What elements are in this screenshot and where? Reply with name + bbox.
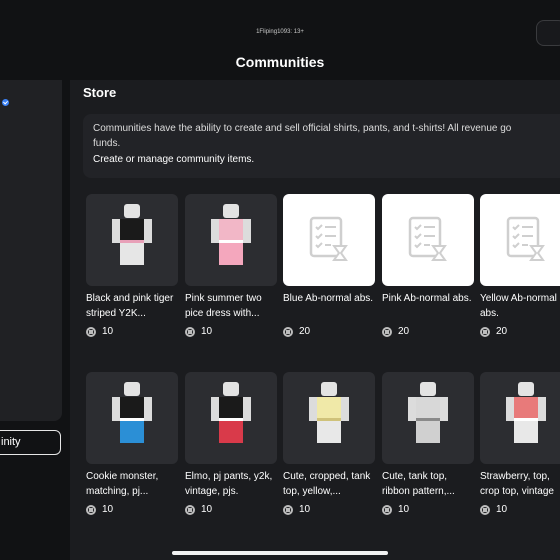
- placeholder-thumbnail[interactable]: [283, 194, 375, 286]
- robux-icon: [185, 504, 195, 515]
- avatar-figure: [506, 382, 546, 454]
- store-item-card[interactable]: Yellow Ab-normal abs. 20: [480, 194, 560, 337]
- avatar-figure: [211, 204, 251, 276]
- item-price: 10: [283, 504, 375, 515]
- price-value: 10: [102, 504, 114, 515]
- item-price: 10: [185, 326, 277, 337]
- info-text-line2: funds.: [93, 138, 121, 149]
- home-indicator: [172, 551, 388, 555]
- price-value: 20: [398, 326, 410, 337]
- item-price: 10: [86, 326, 178, 337]
- sidebar: up er m: [0, 80, 62, 421]
- store-item-card[interactable]: Black and pink tiger striped Y2K... 10: [86, 194, 178, 337]
- item-thumbnail[interactable]: [382, 372, 474, 464]
- item-price: 10: [86, 504, 178, 515]
- info-panel: Communities have the ability to create a…: [83, 114, 560, 178]
- item-price: 20: [480, 326, 560, 337]
- sidebar-item-group[interactable]: up: [0, 98, 9, 107]
- store-item-card[interactable]: Pink Ab-normal abs. 20: [382, 194, 474, 337]
- item-name[interactable]: Elmo, pj pants, y2k, vintage, pjs.: [185, 469, 277, 499]
- item-name[interactable]: Cute, tank top, ribbon pattern,...: [382, 469, 474, 499]
- robux-icon: [382, 504, 392, 515]
- item-name[interactable]: Black and pink tiger striped Y2K...: [86, 291, 178, 321]
- price-value: 20: [496, 326, 508, 337]
- price-value: 20: [299, 326, 311, 337]
- item-name[interactable]: Pink Ab-normal abs.: [382, 291, 474, 321]
- status-username: 1Fliping1093: 13+: [256, 29, 304, 35]
- robux-icon: [86, 326, 96, 337]
- item-price: 10: [185, 504, 277, 515]
- store-item-card[interactable]: Blue Ab-normal abs. 20: [283, 194, 375, 337]
- create-manage-link[interactable]: Create or manage community items.: [93, 152, 560, 167]
- item-price: 10: [382, 504, 474, 515]
- item-name[interactable]: Pink summer two pice dress with...: [185, 291, 277, 321]
- placeholder-thumbnail[interactable]: [480, 194, 560, 286]
- store-item-card[interactable]: Pink summer two pice dress with... 10: [185, 194, 277, 337]
- item-price: 20: [283, 326, 375, 337]
- item-name[interactable]: Cookie monster, matching, pj...: [86, 469, 178, 499]
- community-button[interactable]: inity: [0, 430, 61, 455]
- item-name[interactable]: Yellow Ab-normal abs.: [480, 291, 560, 321]
- info-text-line1: Communities have the ability to create a…: [93, 123, 512, 134]
- store-item-card[interactable]: Elmo, pj pants, y2k, vintage, pjs. 10: [185, 372, 277, 515]
- robux-icon: [185, 326, 195, 337]
- price-value: 10: [201, 326, 213, 337]
- item-name[interactable]: Strawberry, top, crop top, vintage: [480, 469, 560, 499]
- item-thumbnail[interactable]: [480, 372, 560, 464]
- placeholder-thumbnail[interactable]: [382, 194, 474, 286]
- robux-icon: [86, 504, 96, 515]
- item-name[interactable]: Blue Ab-normal abs.: [283, 291, 375, 321]
- store-item-card[interactable]: Cute, cropped, tank top, yellow,... 10: [283, 372, 375, 515]
- main-content: Store Communities have the ability to cr…: [70, 80, 560, 560]
- avatar-figure: [112, 382, 152, 454]
- robux-icon: [283, 504, 293, 515]
- avatar-figure: [309, 382, 349, 454]
- pending-review-icon: [309, 216, 348, 261]
- robux-icon: [283, 326, 293, 337]
- item-thumbnail[interactable]: [185, 372, 277, 464]
- verified-badge-icon: [1, 99, 9, 107]
- store-item-card[interactable]: Cute, tank top, ribbon pattern,... 10: [382, 372, 474, 515]
- robux-icon: [382, 326, 392, 337]
- item-thumbnail[interactable]: [86, 372, 178, 464]
- pending-review-icon: [408, 216, 447, 261]
- item-thumbnail[interactable]: [86, 194, 178, 286]
- item-thumbnail[interactable]: [283, 372, 375, 464]
- avatar-figure: [211, 382, 251, 454]
- price-value: 10: [496, 504, 508, 515]
- item-thumbnail[interactable]: [185, 194, 277, 286]
- price-value: 10: [299, 504, 311, 515]
- price-value: 10: [102, 326, 114, 337]
- store-title: Store: [83, 85, 117, 100]
- item-name[interactable]: Cute, cropped, tank top, yellow,...: [283, 469, 375, 499]
- avatar-figure: [112, 204, 152, 276]
- store-item-card[interactable]: Cookie monster, matching, pj... 10: [86, 372, 178, 515]
- price-value: 10: [201, 504, 213, 515]
- status-bar: 1Fliping1093: 13+: [0, 0, 560, 46]
- robux-icon: [480, 504, 490, 515]
- corner-button[interactable]: [536, 20, 560, 46]
- pending-review-icon: [506, 216, 545, 261]
- avatar-figure: [408, 382, 448, 454]
- store-item-card[interactable]: Strawberry, top, crop top, vintage 10: [480, 372, 560, 515]
- page-title: Communities: [235, 54, 325, 70]
- price-value: 10: [398, 504, 410, 515]
- robux-icon: [480, 326, 490, 337]
- item-price: 10: [480, 504, 560, 515]
- item-price: 20: [382, 326, 474, 337]
